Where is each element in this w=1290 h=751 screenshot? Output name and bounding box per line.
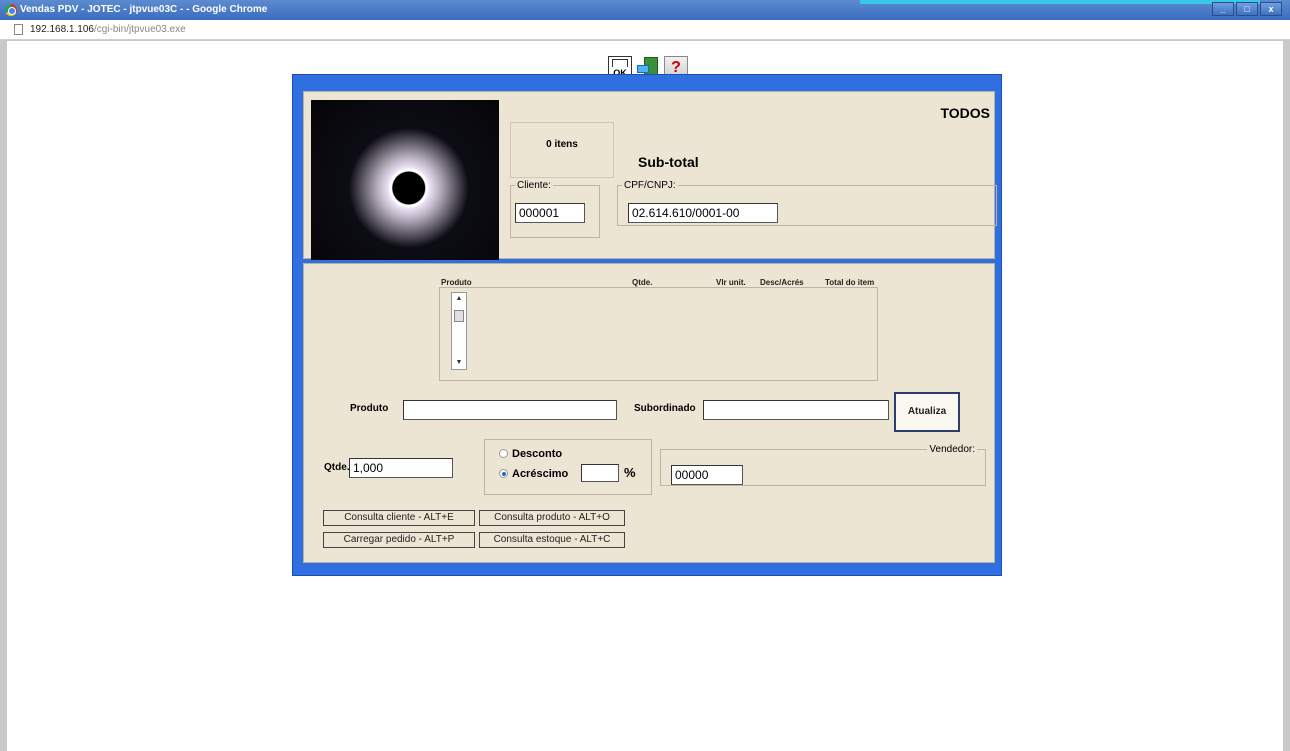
window-titlebar: Vendas PDV - JOTEC - jtpvue03C - - Googl… — [0, 0, 1290, 20]
produto-field[interactable] — [403, 400, 617, 420]
carregar-pedido-button[interactable]: Carregar pedido - ALT+P — [323, 532, 475, 548]
vendedor-group: Vendedor: — [660, 444, 986, 486]
window-title: Vendas PDV - JOTEC - jtpvue03C - - Googl… — [20, 4, 268, 15]
url-host: 192.168.1.106 — [30, 24, 94, 35]
scroll-thumb[interactable] — [454, 310, 464, 322]
items-list[interactable]: ▲ ▼ — [439, 287, 878, 381]
consulta-produto-button[interactable]: Consulta produto - ALT+O — [479, 510, 625, 526]
percent-symbol: % — [624, 465, 636, 480]
qtde-field[interactable] — [349, 458, 453, 478]
scroll-up-icon[interactable]: ▲ — [452, 293, 466, 305]
cpf-field[interactable] — [628, 203, 778, 223]
col-header-produto: Produto — [441, 278, 472, 287]
cliente-group: Cliente: — [510, 180, 600, 238]
items-panel: Produto Qtde. Vlr unit. Desc/Acrés Total… — [303, 263, 995, 563]
percent-field[interactable] — [581, 464, 619, 482]
window-controls: _ □ x — [1212, 2, 1282, 16]
col-header-total-item: Total do item — [825, 278, 875, 287]
items-scrollbar[interactable]: ▲ ▼ — [451, 292, 467, 370]
header-panel: 0 itens Sub-total TODOS Cliente: CPF/CNP… — [303, 91, 997, 260]
eclipse-image — [311, 100, 499, 260]
chrome-icon — [5, 4, 17, 16]
cpf-legend: CPF/CNPJ: — [624, 180, 676, 191]
scroll-down-icon[interactable]: ▼ — [452, 357, 466, 369]
titlebar-highlight — [860, 0, 1260, 4]
produto-label: Produto — [350, 403, 389, 414]
vendedor-legend: Vendedor: — [929, 444, 975, 455]
address-bar[interactable]: 192.168.1.106/cgi-bin/jtpvue03.exe — [0, 20, 1290, 40]
col-header-vlr-unit: Vlr unit. — [716, 278, 746, 287]
acrescimo-radio[interactable] — [499, 469, 508, 478]
minimize-button[interactable]: _ — [1212, 2, 1234, 16]
filter-label: TODOS — [940, 105, 990, 121]
atualiza-button[interactable]: Atualiza — [894, 392, 960, 432]
qtde-label: Qtde. — [324, 462, 350, 473]
consulta-estoque-button[interactable]: Consulta estoque - ALT+C — [479, 532, 625, 548]
consulta-cliente-button[interactable]: Consulta cliente - ALT+E — [323, 510, 475, 526]
vendedor-field[interactable] — [671, 465, 743, 485]
subordinado-field[interactable] — [703, 400, 889, 420]
page-icon — [14, 24, 23, 35]
cpf-group: CPF/CNPJ: — [617, 180, 997, 226]
maximize-button[interactable]: □ — [1236, 2, 1258, 16]
subtotal-label: Sub-total — [638, 154, 699, 170]
url[interactable]: 192.168.1.106/cgi-bin/jtpvue03.exe — [30, 24, 186, 35]
cliente-legend: Cliente: — [517, 180, 551, 191]
close-button[interactable]: x — [1260, 2, 1282, 16]
acrescimo-label: Acréscimo — [512, 468, 569, 480]
pdv-form: 0 itens Sub-total TODOS Cliente: CPF/CNP… — [292, 74, 1002, 576]
desconto-label: Desconto — [512, 448, 563, 460]
subordinado-label: Subordinado — [634, 403, 696, 414]
col-header-qtde: Qtde. — [632, 278, 653, 287]
cliente-field[interactable] — [515, 203, 585, 223]
items-count: 0 itens — [510, 122, 614, 178]
ajuste-group: Desconto Acréscimo % — [484, 439, 652, 495]
desconto-radio[interactable] — [499, 449, 508, 458]
url-path: /cgi-bin/jtpvue03.exe — [93, 24, 186, 35]
col-header-desc-acres: Desc/Acrés — [760, 278, 804, 287]
